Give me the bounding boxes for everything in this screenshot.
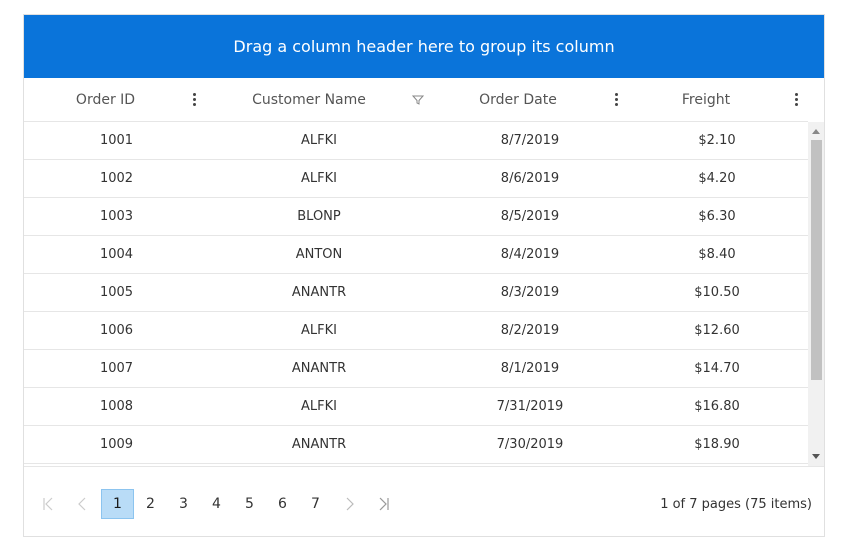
freight-cell[interactable]: $2.10 [627,122,807,159]
freight-cell[interactable]: $6.30 [627,198,807,235]
order-date-cell[interactable]: 8/3/2019 [434,274,626,311]
freight-cell[interactable]: $14.70 [627,350,807,387]
vertical-scrollbar[interactable] [808,122,824,466]
grid-header: Order ID Customer Name Order Date Freigh… [24,78,808,122]
order-id-cell[interactable]: 1008 [24,388,209,425]
freight-cell[interactable]: $18.90 [627,426,807,463]
customer-name-cell[interactable]: ANANTR [219,426,419,463]
customer-name-cell[interactable]: ANANTR [219,274,419,311]
order-id-cell[interactable]: 1003 [24,198,209,235]
customer-name-cell[interactable]: ANTON [219,236,419,273]
table-row[interactable]: 1001 ALFKI 8/7/2019 $2.10 [24,122,808,160]
column-label: Freight [681,91,731,108]
order-date-cell[interactable]: 8/1/2019 [434,350,626,387]
column-label: Order Date [479,91,557,108]
kebab-icon[interactable] [187,78,201,121]
freight-cell[interactable]: $12.60 [627,312,807,349]
group-drop-text: Drag a column header here to group its c… [233,37,615,56]
order-id-cell[interactable]: 1001 [24,122,209,159]
order-id-cell[interactable]: 1004 [24,236,209,273]
customer-name-cell[interactable]: ALFKI [219,160,419,197]
order-date-cell[interactable]: 8/4/2019 [434,236,626,273]
prev-page-icon[interactable] [72,489,92,519]
order-id-cell[interactable]: 1002 [24,160,209,197]
table-row[interactable]: 1005 ANANTR 8/3/2019 $10.50 [24,274,808,312]
page-button-6[interactable]: 6 [266,489,299,519]
freight-cell[interactable]: $10.50 [627,274,807,311]
kebab-icon[interactable] [789,78,803,121]
customer-name-cell[interactable]: ANANTR [219,350,419,387]
page-button-5[interactable]: 5 [233,489,266,519]
column-header-freight[interactable]: Freight [627,78,785,121]
next-page-icon[interactable] [340,489,360,519]
page-button-7[interactable]: 7 [299,489,332,519]
page-button-2[interactable]: 2 [134,489,167,519]
table-row[interactable]: 1004 ANTON 8/4/2019 $8.40 [24,236,808,274]
pager: 1234567 1 of 7 pages (75 items) [24,466,824,537]
order-date-cell[interactable]: 7/31/2019 [434,388,626,425]
order-id-cell[interactable]: 1009 [24,426,209,463]
order-date-cell[interactable]: 7/30/2019 [434,426,626,463]
page-button-4[interactable]: 4 [200,489,233,519]
order-id-cell[interactable]: 1006 [24,312,209,349]
order-date-cell[interactable]: 8/6/2019 [434,160,626,197]
order-id-cell[interactable]: 1005 [24,274,209,311]
column-header-customer-name[interactable]: Customer Name [209,78,409,121]
table-row[interactable]: 1007 ANANTR 8/1/2019 $14.70 [24,350,808,388]
column-header-order-date[interactable]: Order Date [434,78,602,121]
data-grid: Drag a column header here to group its c… [23,14,825,537]
order-date-cell[interactable]: 8/2/2019 [434,312,626,349]
table-row[interactable]: 1003 BLONP 8/5/2019 $6.30 [24,198,808,236]
scroll-up-icon[interactable] [811,126,821,136]
table-row[interactable]: 1008 ALFKI 7/31/2019 $16.80 [24,388,808,426]
customer-name-cell[interactable]: ALFKI [219,388,419,425]
customer-name-cell[interactable]: BLONP [219,198,419,235]
column-label: Order ID [75,91,136,108]
scroll-thumb[interactable] [811,140,822,380]
scroll-down-icon[interactable] [811,452,821,462]
pager-info: 1 of 7 pages (75 items) [660,496,812,512]
last-page-icon[interactable] [374,489,394,519]
order-date-cell[interactable]: 8/5/2019 [434,198,626,235]
page-button-1[interactable]: 1 [101,489,134,519]
filter-icon[interactable] [411,78,425,121]
column-label: Customer Name [252,91,366,108]
column-header-order-id[interactable]: Order ID [24,78,187,121]
customer-name-cell[interactable]: ALFKI [219,122,419,159]
order-id-cell[interactable]: 1007 [24,350,209,387]
table-row[interactable]: 1006 ALFKI 8/2/2019 $12.60 [24,312,808,350]
group-drop-area[interactable]: Drag a column header here to group its c… [24,15,824,78]
grid-body: 1001 ALFKI 8/7/2019 $2.10 1002 ALFKI 8/6/2019 $… [24,122,808,466]
freight-cell[interactable]: $16.80 [627,388,807,425]
freight-cell[interactable]: $4.20 [627,160,807,197]
table-row[interactable]: 1002 ALFKI 8/6/2019 $4.20 [24,160,808,198]
table-row[interactable]: 1009 ANANTR 7/30/2019 $18.90 [24,426,808,464]
order-date-cell[interactable]: 8/7/2019 [434,122,626,159]
freight-cell[interactable]: $8.40 [627,236,807,273]
page-button-3[interactable]: 3 [167,489,200,519]
first-page-icon[interactable] [38,489,58,519]
kebab-icon[interactable] [609,78,623,121]
customer-name-cell[interactable]: ALFKI [219,312,419,349]
